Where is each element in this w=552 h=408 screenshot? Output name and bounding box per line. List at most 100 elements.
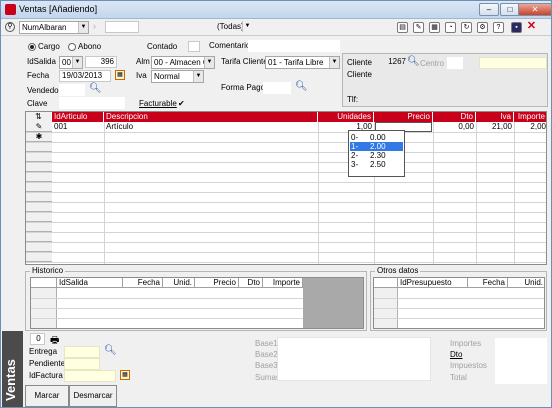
fecha-input[interactable]: 19/03/2013 (59, 70, 111, 82)
sort-icon[interactable]: ⚲ (5, 22, 15, 32)
minimize-button[interactable]: – (479, 3, 499, 16)
grid-row-line (26, 262, 546, 263)
historico-title: Historico (30, 266, 66, 275)
report-icon[interactable]: ▦ (429, 22, 440, 33)
sort-field-select[interactable]: NumAlbaran ▼ (19, 21, 89, 34)
iva-label: Iva (136, 71, 147, 80)
marcar-button[interactable]: Marcar (25, 385, 69, 407)
vendedor-input[interactable] (59, 84, 85, 96)
search-icon[interactable]: 🔍︎ (407, 56, 420, 67)
abono-radio[interactable] (68, 43, 76, 51)
calendar-icon[interactable]: ▦ (115, 70, 125, 80)
precio-option-key: 2- (351, 151, 359, 160)
count-input[interactable]: 0 (30, 333, 45, 345)
grid-row-line (374, 308, 544, 309)
grid-row-line (26, 202, 546, 203)
precio-dropdown[interactable]: 0- 0.00 1- 2.00 2- 2.30 3- 2.50 (348, 130, 405, 177)
filter-select[interactable]: (Todas) ▼ (215, 21, 252, 34)
printer-icon[interactable]: ▤ (397, 22, 408, 33)
delete-icon[interactable]: ✕ (526, 21, 537, 33)
centro-label: Centro (420, 59, 445, 68)
column-header-dto[interactable]: Dto (433, 112, 476, 122)
close-button[interactable]: ✕ (518, 3, 552, 16)
search-icon[interactable]: 🔍︎ (89, 83, 102, 94)
pendiente-input[interactable] (64, 358, 100, 370)
config-icon[interactable]: ⚙ (477, 22, 488, 33)
precio-option[interactable]: 2- 2.30 (350, 151, 403, 160)
facturable-checkbox[interactable]: ✔ (178, 99, 185, 108)
column-header-importe[interactable]: Importe (514, 112, 546, 122)
idsalida-serie-value: 00 (62, 58, 71, 67)
next-arrow-icon[interactable]: › (93, 21, 96, 31)
almacen-select[interactable]: 00 - Almacen Ge ▼ (151, 56, 215, 69)
centro-name-input[interactable] (479, 57, 547, 69)
contado-checkbox[interactable] (188, 41, 200, 52)
column-header-iva[interactable]: Iva (476, 112, 514, 122)
comentario-input[interactable] (248, 40, 340, 52)
fecha-value: 19/03/2013 (62, 71, 103, 80)
preview-icon[interactable]: ◔ (445, 22, 456, 33)
desmarcar-button[interactable]: Desmarcar (69, 385, 117, 407)
impuestos-input[interactable] (495, 360, 547, 372)
cell-iva[interactable]: 21,00 (476, 122, 512, 132)
idsalida-number-input[interactable]: 396 (85, 56, 117, 68)
cliente-input[interactable]: 1267 (377, 57, 407, 69)
column-header-fecha[interactable]: Fecha (468, 278, 508, 288)
column-header-fecha[interactable]: Fecha (123, 278, 163, 288)
iva-select[interactable]: Normal ▼ (151, 70, 204, 83)
clave-input[interactable] (59, 97, 125, 109)
edit-icon[interactable]: ✎ (413, 22, 424, 33)
refresh-icon[interactable]: ↻ (461, 22, 472, 33)
main-window: Ventas [Añadiendo] – □ ✕ ⚲ NumAlbaran ▼ … (0, 0, 552, 408)
idsalida-serie-select[interactable]: 00 ▼ (59, 56, 83, 69)
chevron-down-icon: ▼ (72, 57, 82, 68)
column-header-precio[interactable]: Precio (195, 278, 239, 288)
column-header-dto[interactable]: Dto (239, 278, 263, 288)
grid-row-line (26, 222, 546, 223)
column-header-descripcion[interactable]: Descripcion (104, 112, 318, 122)
grid-divider (433, 122, 434, 264)
centro-input[interactable] (447, 57, 463, 69)
column-header-importe[interactable]: Importe (263, 278, 303, 288)
column-header-unidades[interactable]: Unidades (318, 112, 374, 122)
tarifa-select[interactable]: 01 - Tarifa Libre ▼ (265, 56, 340, 69)
cell-dto[interactable]: 0,00 (433, 122, 474, 132)
precio-option-key: 0- (351, 133, 359, 142)
precio-option[interactable]: 3- 2.50 (350, 160, 403, 169)
cargo-radio[interactable] (28, 43, 36, 51)
historico-grid[interactable]: IdSalida Fecha Unid. Precio Dto Importe (30, 277, 364, 329)
sort-order-icon[interactable]: ⇅ (26, 112, 52, 122)
idfactura-input[interactable] (64, 370, 116, 382)
sort-value-input[interactable] (105, 21, 139, 33)
idsalida-label: IdSalida (27, 57, 56, 66)
cell-idarticulo[interactable]: 001 (54, 122, 67, 132)
otros-datos-grid[interactable]: IdPresupuesto Fecha Unid. (373, 277, 545, 329)
help-icon[interactable]: ? (493, 22, 504, 33)
column-header-unid[interactable]: Unid. (163, 278, 195, 288)
precio-option[interactable]: 0- 0.00 (350, 133, 403, 142)
entrega-input[interactable] (64, 346, 100, 358)
cell-importe[interactable]: 2,00 (514, 122, 546, 132)
row-header (26, 252, 52, 262)
search-icon[interactable]: 🔍︎ (104, 345, 117, 356)
column-header-idarticulo[interactable]: IdArticulo (52, 112, 104, 122)
forma-pago-input[interactable] (263, 82, 291, 94)
precio-option-selected[interactable]: 1- 2.00 (350, 142, 403, 151)
column-header-idsalida[interactable]: IdSalida (57, 278, 123, 288)
column-header-precio[interactable]: Precio (374, 112, 433, 122)
cell-descripcion[interactable]: Artículo (106, 122, 133, 132)
maximize-button[interactable]: □ (500, 3, 520, 16)
invoice-icon[interactable]: ▦ (120, 370, 130, 380)
pendiente-label: Pendiente (29, 359, 66, 368)
total-input[interactable] (495, 372, 547, 384)
column-header-unid[interactable]: Unid. (508, 278, 544, 288)
sort-field-value: NumAlbaran (22, 23, 67, 32)
column-header-idpresupuesto[interactable]: IdPresupuesto (398, 278, 468, 288)
tarifa-cliente-label: Tarifa Cliente (221, 57, 268, 66)
grid-row-line (26, 232, 546, 233)
save-icon[interactable]: ▪ (511, 22, 522, 33)
search-icon[interactable]: 🔍︎ (295, 81, 308, 92)
lines-grid[interactable]: ⇅ IdArticulo Descripcion Unidades Precio… (25, 111, 547, 265)
dto-label: Dto (450, 350, 463, 359)
cliente-name-label: Cliente (347, 70, 372, 79)
